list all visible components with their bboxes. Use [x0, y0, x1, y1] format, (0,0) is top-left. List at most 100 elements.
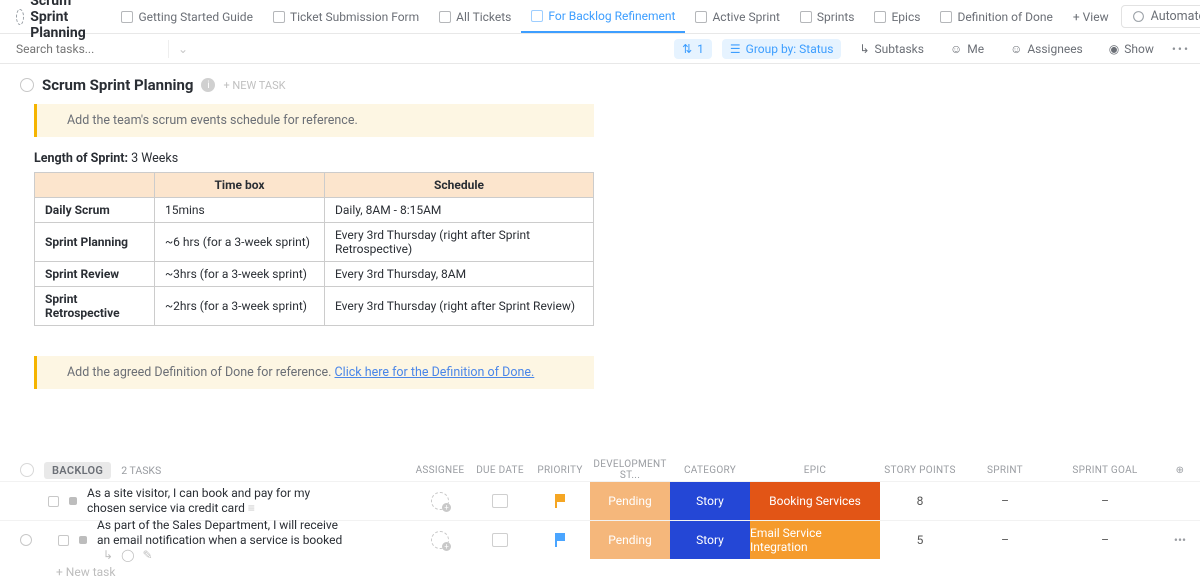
me-label: Me [967, 42, 984, 56]
status-chip-backlog[interactable]: BACKLOG [44, 462, 111, 479]
callout-dod-text: Add the agreed Definition of Done for re… [67, 365, 335, 380]
doc-icon [121, 11, 133, 23]
td-name: Sprint Planning [35, 223, 155, 262]
sprint-cell[interactable]: – [960, 482, 1050, 520]
tab-sprints[interactable]: Sprints [790, 0, 865, 33]
tab-label: Ticket Submission Form [290, 10, 419, 24]
sprint-icon [16, 9, 24, 25]
select-checkbox[interactable] [58, 535, 69, 546]
dod-link[interactable]: Click here for the Definition of Done. [335, 365, 535, 380]
task-title[interactable]: As part of the Sales Department, I will … [97, 514, 347, 567]
me-filter[interactable]: ☺Me [942, 39, 992, 59]
space-title: Scrum Sprint Planning [30, 0, 93, 41]
show-label: Show [1124, 42, 1154, 56]
collapse-toggle[interactable] [20, 78, 34, 92]
tab-getting-started[interactable]: Getting Started Guide [111, 0, 262, 33]
add-view-button[interactable]: + View [1063, 0, 1119, 33]
select-checkbox[interactable] [48, 496, 59, 507]
points-cell[interactable]: 8 [880, 482, 960, 520]
dev-cell[interactable]: Pending [590, 521, 670, 559]
category-badge: Story [670, 521, 750, 559]
schedule-table: Time box Schedule Daily Scrum15minsDaily… [34, 172, 594, 326]
top-right: Automate ⌄ Share [1121, 5, 1200, 28]
td-name: Sprint Review [35, 262, 155, 287]
filter-right: ⇅1 ☰Group by: Status ↳Subtasks ☺Me ☺Assi… [674, 39, 1190, 59]
cat-cell[interactable]: Story [670, 521, 750, 559]
more-menu[interactable]: ••• [1172, 42, 1190, 56]
automate-button[interactable]: Automate ⌄ [1121, 5, 1200, 28]
collapse-toggle[interactable] [20, 463, 34, 477]
due-cell[interactable] [470, 482, 530, 520]
column-headers: ASSIGNEE DUE DATE PRIORITY DEVELOPMENT S… [410, 459, 1200, 481]
assignee-cell[interactable] [410, 521, 470, 559]
cat-cell[interactable]: Story [670, 482, 750, 520]
search-wrap[interactable]: ⌄ [10, 42, 160, 56]
tab-backlog-refinement[interactable]: For Backlog Refinement [521, 0, 685, 33]
points-cell[interactable]: 5 [880, 521, 960, 559]
list-icon [531, 10, 543, 22]
chevron-down-icon[interactable]: ⌄ [178, 42, 188, 56]
tag-icon[interactable]: ◯ [121, 548, 134, 563]
table-row: Sprint Review~3hrs (for a 3-week sprint)… [35, 262, 594, 287]
new-task-inline[interactable]: + NEW TASK [223, 79, 285, 92]
subtask-icon[interactable]: ↳ [103, 548, 113, 563]
row-collapse[interactable] [20, 534, 32, 546]
col-epic[interactable]: EPIC [750, 465, 880, 476]
th-blank [35, 173, 155, 198]
task-cells: Pending Story Booking Services 8 – – [410, 482, 1200, 520]
row-pad [1160, 482, 1200, 520]
edit-icon[interactable]: ✎ [143, 548, 153, 563]
due-cell[interactable] [470, 521, 530, 559]
tab-active-sprint[interactable]: Active Sprint [685, 0, 789, 33]
tab-ticket-form[interactable]: Ticket Submission Form [263, 0, 429, 33]
epic-cell[interactable]: Email Service Integration [750, 521, 880, 559]
info-icon[interactable]: i [201, 78, 215, 92]
col-points[interactable]: STORY POINTS [880, 465, 960, 476]
filter-count[interactable]: ⇅1 [674, 39, 712, 59]
length-value: 3 Weeks [128, 151, 178, 166]
col-goal[interactable]: SPRINT GOAL [1050, 465, 1160, 476]
col-priority[interactable]: PRIORITY [530, 465, 590, 476]
show-toggle[interactable]: ◉Show [1101, 39, 1162, 59]
goal-cell[interactable]: – [1050, 521, 1160, 559]
priority-cell[interactable] [530, 521, 590, 559]
col-sprint[interactable]: SPRINT [960, 465, 1050, 476]
assign-icon [431, 492, 449, 510]
status-dot[interactable] [69, 497, 77, 505]
automate-label: Automate [1151, 9, 1200, 24]
group-by-label: Group by: Status [746, 42, 834, 56]
subtasks-label: Subtasks [875, 42, 924, 56]
add-column[interactable]: ⊕ [1160, 465, 1200, 476]
space-button[interactable]: Scrum Sprint Planning [8, 0, 101, 45]
td-schedule: Daily, 8AM - 8:15AM [325, 198, 594, 223]
goal-cell[interactable]: – [1050, 482, 1160, 520]
col-assignee[interactable]: ASSIGNEE [410, 465, 470, 476]
epic-cell[interactable]: Booking Services [750, 482, 880, 520]
subtasks-toggle[interactable]: ↳Subtasks [851, 39, 931, 59]
group-by[interactable]: ☰Group by: Status [722, 39, 842, 59]
tab-label: Epics [891, 10, 920, 24]
sprint-cell[interactable]: – [960, 521, 1050, 559]
tab-all-tickets[interactable]: All Tickets [429, 0, 521, 33]
col-cat[interactable]: CATEGORY [670, 465, 750, 476]
status-badge: Pending [590, 521, 670, 559]
assignee-cell[interactable] [410, 482, 470, 520]
priority-cell[interactable] [530, 482, 590, 520]
status-dot[interactable] [79, 536, 87, 544]
assignees-filter[interactable]: ☺Assignees [1002, 39, 1091, 59]
dev-cell[interactable]: Pending [590, 482, 670, 520]
filter-count-value: 1 [697, 42, 704, 56]
row-more[interactable]: ••• [1160, 521, 1200, 559]
tab-definition-of-done[interactable]: Definition of Done [930, 0, 1062, 33]
search-input[interactable] [16, 42, 172, 56]
divider [168, 40, 169, 58]
filter-bar: ⌄ ⇅1 ☰Group by: Status ↳Subtasks ☺Me ☺As… [0, 34, 1200, 64]
callout-dod: Add the agreed Definition of Done for re… [34, 356, 594, 389]
doc-icon [940, 11, 952, 23]
col-dev[interactable]: DEVELOPMENT ST... [590, 459, 670, 481]
view-tabs: Getting Started Guide Ticket Submission … [111, 0, 1118, 33]
tab-label: Active Sprint [712, 10, 779, 24]
tab-epics[interactable]: Epics [864, 0, 930, 33]
col-due[interactable]: DUE DATE [470, 465, 530, 476]
td-timebox: ~3hrs (for a 3-week sprint) [155, 262, 325, 287]
